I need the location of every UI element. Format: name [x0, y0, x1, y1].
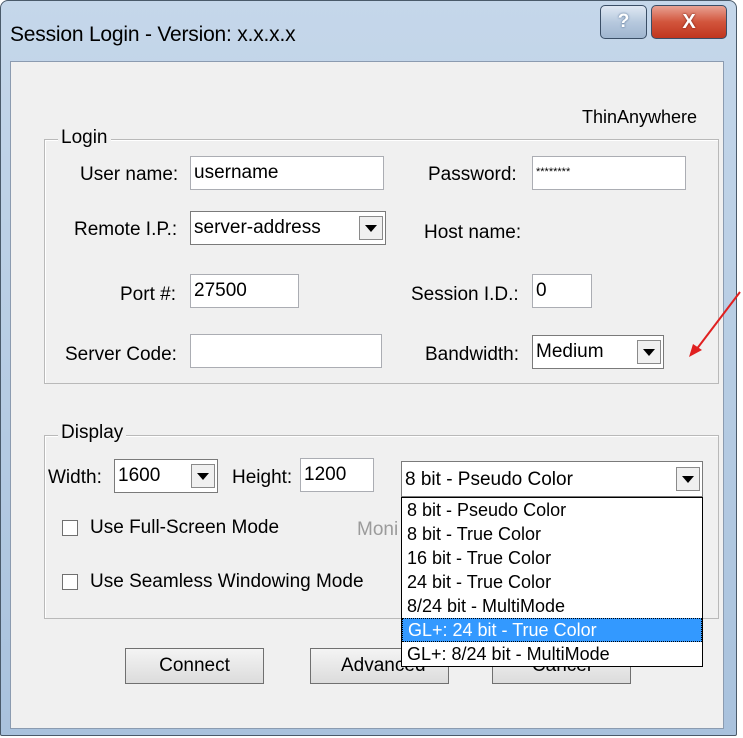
seamless-checkbox[interactable]: [62, 574, 78, 590]
width-select[interactable]: 1600: [114, 459, 218, 493]
fullscreen-label: Use Full-Screen Mode: [90, 517, 280, 538]
login-legend: Login: [58, 127, 111, 149]
bandwidth-value: Medium: [536, 341, 604, 362]
bandwidth-label: Bandwidth:: [425, 344, 520, 365]
dropdown-option[interactable]: 8/24 bit - MultiMode: [402, 594, 702, 618]
chevron-down-icon[interactable]: [637, 340, 661, 364]
color-depth-dropdown-list[interactable]: 8 bit - Pseudo Color 8 bit - True Color …: [401, 497, 703, 667]
dropdown-option[interactable]: 8 bit - True Color: [402, 522, 702, 546]
server-code-input[interactable]: [190, 334, 382, 368]
dropdown-option-highlighted[interactable]: GL+: 24 bit - True Color: [402, 618, 702, 642]
help-button[interactable]: ?: [600, 5, 647, 39]
window-title: Session Login - Version: x.x.x.x: [10, 23, 296, 46]
port-label: Port #:: [120, 284, 176, 305]
width-value: 1600: [118, 465, 161, 486]
session-id-input[interactable]: 0: [532, 274, 592, 308]
chevron-down-icon[interactable]: [676, 467, 700, 491]
dropdown-option[interactable]: 8 bit - Pseudo Color: [402, 498, 702, 522]
fullscreen-checkbox[interactable]: [62, 520, 78, 536]
bandwidth-select[interactable]: Medium: [532, 335, 664, 369]
dropdown-option[interactable]: GL+: 8/24 bit - MultiMode: [402, 642, 702, 666]
remote-ip-select[interactable]: server-address: [190, 211, 386, 245]
username-label: User name:: [80, 164, 179, 185]
chevron-down-icon[interactable]: [191, 464, 215, 488]
remote-ip-label: Remote I.P.:: [74, 219, 178, 240]
brand-label: ThinAnywhere: [582, 107, 698, 127]
seamless-label: Use Seamless Windowing Mode: [90, 571, 364, 592]
host-name-label: Host name:: [424, 222, 522, 243]
dropdown-option[interactable]: 24 bit - True Color: [402, 570, 702, 594]
dropdown-option[interactable]: 16 bit - True Color: [402, 546, 702, 570]
close-button[interactable]: X: [651, 5, 727, 39]
chevron-down-icon[interactable]: [359, 216, 383, 240]
session-id-label: Session I.D.:: [411, 284, 519, 305]
height-input[interactable]: 1200: [300, 458, 374, 492]
password-label: Password:: [428, 164, 517, 185]
annotation-arrow-icon: [689, 291, 741, 357]
title-bar[interactable]: Session Login - Version: x.x.x.x ? X: [1, 1, 736, 61]
username-input[interactable]: username: [190, 156, 384, 190]
color-depth-select[interactable]: 8 bit - Pseudo Color: [401, 461, 703, 497]
height-label: Height:: [232, 467, 293, 488]
server-code-label: Server Code:: [65, 344, 177, 365]
color-depth-value: 8 bit - Pseudo Color: [405, 469, 573, 490]
connect-button[interactable]: Connect: [125, 648, 264, 684]
monitor-label: Moni: [357, 519, 399, 540]
port-input[interactable]: 27500: [190, 274, 299, 308]
password-input[interactable]: ********: [532, 156, 686, 190]
width-label: Width:: [48, 467, 102, 488]
display-legend: Display: [58, 422, 127, 444]
remote-ip-value: server-address: [194, 217, 321, 238]
